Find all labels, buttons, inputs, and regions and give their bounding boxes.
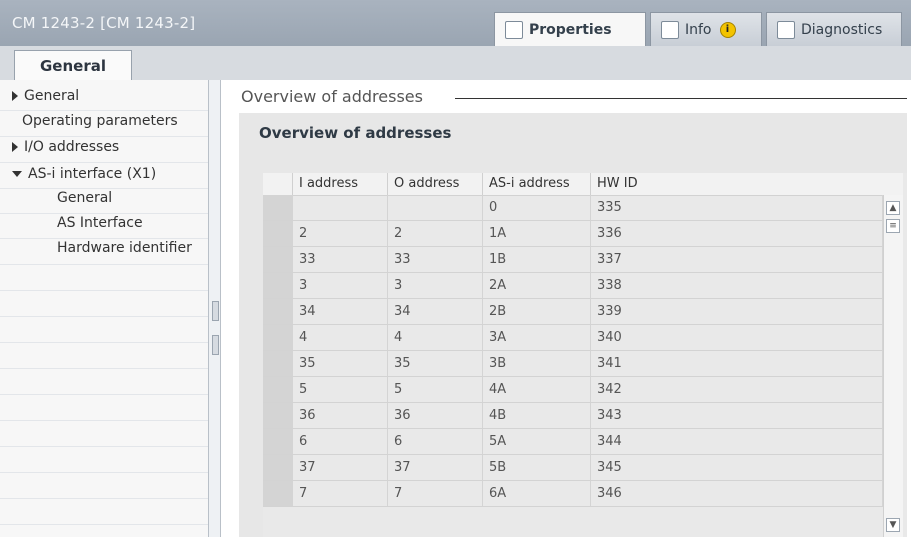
row-selector[interactable] — [263, 455, 293, 480]
nav-item-asi-interface[interactable]: AS-i interface (X1) — [12, 166, 156, 182]
address-overview-panel: Overview of addresses I address O addres… — [239, 113, 907, 537]
expand-arrow-icon[interactable] — [12, 142, 18, 152]
nav-item-operating-parameters[interactable]: Operating parameters — [22, 113, 178, 129]
table-row[interactable]: 3 3 2A 338 — [263, 273, 903, 299]
tab-diagnostics[interactable]: Diagnostics — [766, 12, 902, 46]
address-table: I address O address AS-i address HW ID 0… — [263, 173, 907, 537]
row-selector[interactable] — [263, 429, 293, 454]
row-selector[interactable] — [263, 247, 293, 272]
header-o-address: O address — [388, 173, 483, 195]
table-row[interactable]: 7 7 6A 346 — [263, 481, 903, 507]
tab-properties-label: Properties — [529, 21, 612, 38]
table-row[interactable]: 36 36 4B 343 — [263, 403, 903, 429]
scroll-up-icon[interactable]: ▲ — [886, 201, 900, 215]
tab-general[interactable]: General — [14, 50, 132, 80]
info-badge-icon: i — [719, 21, 736, 38]
diagnostics-icon — [777, 20, 795, 39]
vertical-scrollbar[interactable]: ▲ ≡ ▼ — [883, 195, 903, 537]
row-selector[interactable] — [263, 481, 293, 506]
row-selector[interactable] — [263, 195, 293, 220]
nav-item-general[interactable]: General — [12, 88, 79, 104]
section-divider — [455, 98, 907, 99]
header-asi-address: AS-i address — [483, 173, 591, 195]
collapse-arrow-icon[interactable] — [12, 171, 22, 177]
scroll-down-icon[interactable]: ▼ — [886, 518, 900, 532]
table-row[interactable]: 6 6 5A 344 — [263, 429, 903, 455]
header-hw-id: HW ID — [597, 176, 638, 191]
row-selector[interactable] — [263, 273, 293, 298]
scroll-thumb[interactable]: ≡ — [886, 219, 900, 233]
expand-arrow-icon[interactable] — [12, 91, 18, 101]
splitter[interactable] — [208, 80, 221, 537]
left-navigation: General Operating parameters I/O address… — [0, 80, 208, 537]
row-selector[interactable] — [263, 377, 293, 402]
table-row[interactable]: 34 34 2B 339 — [263, 299, 903, 325]
table-row[interactable]: 37 37 5B 345 — [263, 455, 903, 481]
collapse-left-handle[interactable] — [212, 301, 219, 321]
properties-content: Overview of addresses Overview of addres… — [221, 80, 911, 537]
nav-subitem-as-interface[interactable]: AS Interface — [57, 215, 143, 231]
row-selector[interactable] — [263, 325, 293, 350]
panel-titlebar: CM 1243-2 [CM 1243-2] Properties Info i … — [0, 0, 911, 46]
top-tabs: Properties Info i Diagnostics — [494, 12, 906, 46]
tab-diagnostics-label: Diagnostics — [801, 21, 883, 38]
row-selector[interactable] — [263, 351, 293, 376]
row-selector[interactable] — [263, 403, 293, 428]
section-heading: Overview of addresses — [241, 87, 431, 106]
table-row[interactable]: 35 35 3B 341 — [263, 351, 903, 377]
nav-subitem-hardware-identifier[interactable]: Hardware identifier — [57, 240, 192, 256]
tab-info-label: Info — [685, 21, 712, 38]
properties-icon — [505, 20, 523, 39]
table-row[interactable]: 5 5 4A 342 — [263, 377, 903, 403]
header-i-address: I address — [293, 173, 388, 195]
table-row[interactable]: 0 335 — [263, 195, 903, 221]
table-row[interactable]: 4 4 3A 340 — [263, 325, 903, 351]
panel-title: Overview of addresses — [259, 124, 452, 142]
tab-info[interactable]: Info i — [650, 12, 762, 46]
row-selector[interactable] — [263, 221, 293, 246]
tab-properties[interactable]: Properties — [494, 12, 646, 46]
table-header: I address O address AS-i address HW ID — [263, 173, 903, 196]
table-row[interactable]: 33 33 1B 337 — [263, 247, 903, 273]
nav-item-io-addresses[interactable]: I/O addresses — [12, 139, 119, 155]
row-selector[interactable] — [263, 299, 293, 324]
row-selector-header — [263, 173, 293, 195]
nav-subitem-general[interactable]: General — [57, 190, 112, 206]
nav-item-io-addresses-label: I/O addresses — [24, 139, 120, 155]
info-icon — [661, 20, 679, 39]
table-row[interactable]: 2 2 1A 336 — [263, 221, 903, 247]
expand-right-handle[interactable] — [212, 335, 219, 355]
subtab-bar: General — [0, 46, 911, 81]
window-title: CM 1243-2 [CM 1243-2] — [12, 14, 196, 32]
